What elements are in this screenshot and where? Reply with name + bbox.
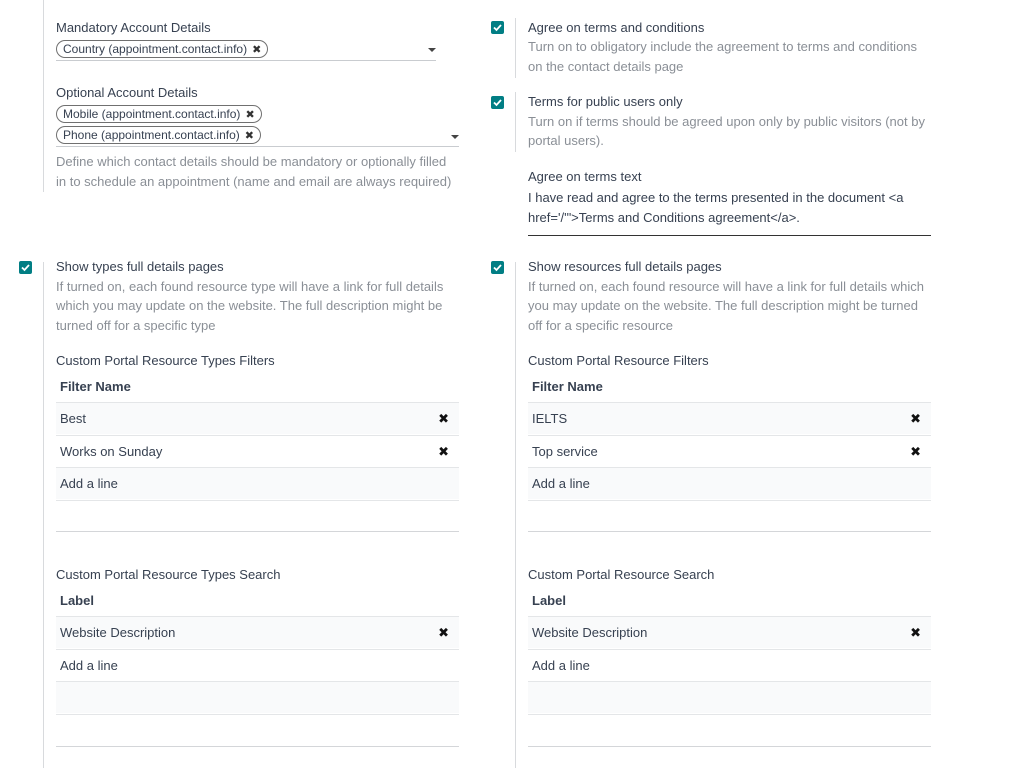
types-details-checkbox[interactable] — [19, 261, 32, 274]
label-cell: Website Description — [532, 625, 648, 640]
add-line-row: Add a line — [56, 467, 459, 499]
resource-search-title: Custom Portal Resource Search — [528, 567, 715, 582]
add-line-row: Add a line — [528, 467, 931, 499]
empty-row — [528, 681, 931, 713]
optional-field-underline — [56, 146, 459, 147]
right-top-separator — [515, 18, 516, 78]
add-line-row: Add a line — [56, 649, 459, 681]
table-row[interactable]: IELTS ✖ — [528, 402, 931, 434]
terms-text-field[interactable]: I have read and agree to the terms prese… — [528, 187, 931, 236]
table-row[interactable]: Top service ✖ — [528, 435, 931, 467]
left-top-separator — [43, 0, 44, 192]
table-row[interactable]: Website Description ✖ — [56, 616, 459, 648]
filter-name-column-header: Filter Name — [60, 379, 131, 394]
public-terms-help-line-2: portal users). — [528, 133, 604, 148]
delete-icon[interactable]: ✖ — [438, 617, 449, 649]
terms-label: Agree on terms and conditions — [528, 20, 705, 35]
terms-help-line-1: Turn on to obligatory include the agreem… — [528, 39, 918, 54]
check-icon — [493, 264, 502, 272]
account-details-help-line-2: in to schedule an appointment (name and … — [56, 174, 452, 189]
check-icon — [493, 99, 502, 107]
left-bottom-separator — [43, 262, 44, 768]
table-row[interactable]: Website Description ✖ — [528, 616, 931, 648]
tag-label: Phone (appointment.contact.info) — [63, 128, 240, 142]
resources-details-help-line-3: off for a specific resource — [528, 318, 673, 333]
types-filters-title: Custom Portal Resource Types Filters — [56, 353, 275, 368]
types-search-title: Custom Portal Resource Types Search — [56, 567, 281, 582]
resource-filters-title: Custom Portal Resource Filters — [528, 353, 709, 368]
caret-down-icon[interactable] — [451, 135, 459, 139]
resource-search-table: Label Website Description ✖ Add a line — [528, 584, 931, 748]
filter-name-column-header: Filter Name — [532, 379, 603, 394]
account-details-help-line-1: Define which contact details should be m… — [56, 154, 447, 169]
filter-name-cell: Works on Sunday — [60, 444, 163, 459]
table-row[interactable]: Best ✖ — [56, 402, 459, 434]
resources-details-checkbox[interactable] — [491, 261, 504, 274]
close-icon[interactable]: ✖ — [245, 109, 254, 121]
empty-row — [528, 714, 931, 747]
mandatory-tag-country: Country (appointment.contact.info) ✖ — [56, 40, 269, 58]
optional-tag-mobile: Mobile (appointment.contact.info) ✖ — [56, 105, 262, 123]
filter-name-cell: IELTS — [532, 411, 568, 426]
empty-row — [56, 681, 459, 713]
optional-tag-phone: Phone (appointment.contact.info) ✖ — [56, 126, 261, 144]
label-column-header: Label — [60, 593, 94, 608]
types-details-help-line-1: If turned on, each found resource type w… — [56, 279, 444, 294]
optional-account-details-label: Optional Account Details — [56, 85, 198, 100]
empty-row — [56, 500, 459, 532]
public-terms-label: Terms for public users only — [528, 94, 683, 109]
empty-row — [528, 500, 931, 532]
terms-text-label: Agree on terms text — [528, 169, 642, 184]
terms-checkbox[interactable] — [491, 21, 504, 34]
terms-help-line-2: on the contact details page — [528, 59, 684, 74]
add-line-link[interactable]: Add a line — [60, 468, 118, 500]
delete-icon[interactable]: ✖ — [910, 403, 921, 435]
public-terms-checkbox[interactable] — [491, 96, 504, 109]
delete-icon[interactable]: ✖ — [438, 403, 449, 435]
close-icon[interactable]: ✖ — [252, 44, 261, 56]
right-top-separator-2 — [515, 92, 516, 152]
types-search-table: Label Website Description ✖ Add a line — [56, 584, 459, 748]
types-details-help-line-2: which you may update on the website. The… — [56, 298, 443, 313]
add-line-row: Add a line — [528, 649, 931, 681]
delete-icon[interactable]: ✖ — [910, 617, 921, 649]
check-icon — [493, 24, 502, 32]
delete-icon[interactable]: ✖ — [910, 436, 921, 468]
label-cell: Website Description — [60, 625, 176, 640]
caret-down-icon[interactable] — [428, 48, 436, 52]
resources-details-label: Show resources full details pages — [528, 259, 722, 274]
close-icon[interactable]: ✖ — [245, 130, 254, 142]
check-icon — [21, 264, 30, 272]
mandatory-account-details-label: Mandatory Account Details — [56, 20, 211, 35]
types-filters-table: Filter Name Best ✖ Works on Sunday ✖ Add… — [56, 370, 459, 534]
filter-name-cell: Top service — [532, 444, 598, 459]
types-details-label: Show types full details pages — [56, 259, 224, 274]
types-details-help-line-3: turned off for a specific type — [56, 318, 216, 333]
add-line-link[interactable]: Add a line — [532, 650, 590, 682]
terms-text-line-2: href='/'">Terms and Conditions agreement… — [528, 210, 800, 225]
resource-filters-table: Filter Name IELTS ✖ Top service ✖ Add a … — [528, 370, 931, 534]
table-row[interactable]: Works on Sunday ✖ — [56, 435, 459, 467]
label-column-header: Label — [532, 593, 566, 608]
terms-text-line-1: I have read and agree to the terms prese… — [528, 190, 904, 205]
delete-icon[interactable]: ✖ — [438, 436, 449, 468]
empty-row — [56, 714, 459, 747]
tag-label: Country (appointment.contact.info) — [63, 42, 248, 56]
resources-details-help-line-1: If turned on, each found resource will h… — [528, 279, 924, 294]
tag-label: Mobile (appointment.contact.info) — [63, 107, 241, 121]
resources-details-help-line-2: you may update on the website. The full … — [528, 298, 918, 313]
add-line-link[interactable]: Add a line — [60, 650, 118, 682]
mandatory-field-underline — [56, 60, 436, 61]
filter-name-cell: Best — [60, 411, 87, 426]
right-bottom-separator — [515, 262, 516, 768]
public-terms-help-line-1: Turn on if terms should be agreed upon o… — [528, 114, 925, 129]
add-line-link[interactable]: Add a line — [532, 468, 590, 500]
